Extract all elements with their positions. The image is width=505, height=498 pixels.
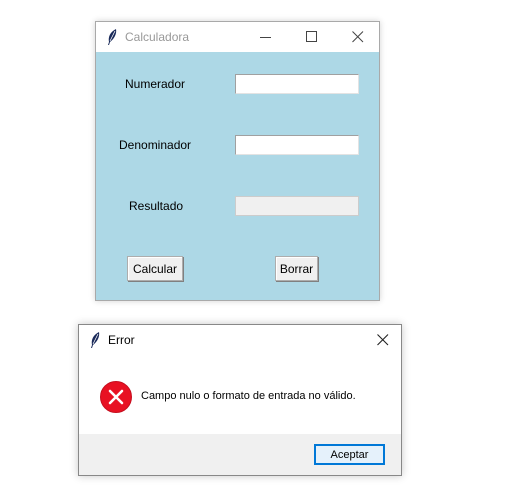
error-message: Campo nulo o formato de entrada no válid… [141, 390, 356, 402]
title-bar[interactable]: Calculadora [96, 22, 379, 52]
denominador-label: Denominador [119, 138, 192, 152]
close-icon [352, 31, 364, 43]
close-button[interactable] [335, 22, 381, 52]
aceptar-button[interactable]: Aceptar [314, 444, 385, 465]
dialog-footer: Aceptar [79, 434, 401, 475]
calcular-button[interactable]: Calcular [127, 256, 183, 281]
feather-icon [108, 29, 117, 45]
calculator-window: Calculadora Numerador Denominador Result… [95, 21, 380, 301]
close-icon [377, 334, 389, 346]
minimize-icon [260, 37, 271, 38]
denominador-input[interactable] [235, 135, 359, 155]
resultado-label: Resultado [129, 199, 184, 213]
error-dialog: Error Campo nulo o formato de entrada no… [78, 324, 402, 476]
numerador-label: Numerador [125, 77, 186, 91]
minimize-button[interactable] [243, 22, 289, 52]
dialog-close-button[interactable] [365, 325, 401, 355]
numerador-input[interactable] [235, 74, 359, 94]
maximize-icon [306, 31, 317, 42]
window-title: Calculadora [125, 30, 190, 44]
error-icon [100, 381, 132, 413]
dialog-body: Campo nulo o formato de entrada no válid… [79, 356, 401, 435]
resultado-output [235, 196, 359, 216]
maximize-button[interactable] [289, 22, 335, 52]
borrar-button[interactable]: Borrar [275, 256, 318, 281]
dialog-title: Error [108, 333, 135, 347]
dialog-title-bar[interactable]: Error [79, 325, 401, 355]
feather-icon [91, 332, 100, 348]
